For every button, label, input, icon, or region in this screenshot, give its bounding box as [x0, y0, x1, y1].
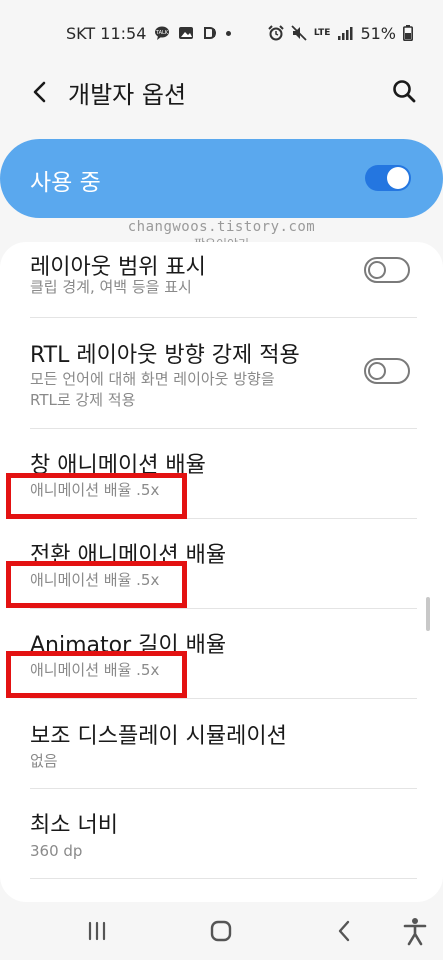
home-icon[interactable] [206, 916, 236, 946]
navigation-bar [0, 902, 443, 960]
highlight-box [6, 651, 187, 698]
toggle-knob [368, 261, 386, 279]
gallery-notification-icon [179, 27, 194, 39]
app-bar: 개발자 옵션 [0, 66, 443, 118]
scrollbar[interactable] [426, 597, 430, 631]
highlight-box [6, 561, 187, 608]
highlight-box [6, 473, 187, 519]
setting-force-rtl[interactable]: RTL 레이아웃 방향 강제 적용 모든 언어에 대해 화면 레이아웃 방향을 … [0, 318, 443, 428]
layout-bounds-toggle[interactable] [364, 257, 410, 283]
setting-title: RTL 레이아웃 방향 강제 적용 [30, 343, 300, 368]
back-arrow-icon[interactable] [26, 78, 54, 106]
setting-title: 보조 디스플레이 시뮬레이션 [30, 724, 287, 749]
master-switch-label: 사용 중 [30, 170, 101, 196]
divider [30, 878, 417, 879]
setting-summary: 모든 언어에 대해 화면 레이아웃 방향을 [30, 370, 275, 388]
status-right: LTE 51% [268, 24, 413, 43]
toggle-knob [387, 167, 409, 189]
alarm-icon [268, 25, 284, 41]
network-type: LTE [313, 27, 331, 38]
setting-simulate-secondary-display[interactable]: 보조 디스플레이 시뮬레이션 없음 [0, 699, 443, 788]
app-notification-icon [204, 27, 217, 39]
page-title: 개발자 옵션 [68, 81, 187, 109]
svg-text:TALK: TALK [155, 30, 169, 36]
search-icon[interactable] [390, 77, 418, 105]
setting-smallest-width[interactable]: 최소 너비 360 dp [0, 789, 443, 878]
status-bar: SKT 11:54 TALK LTE 51% [0, 0, 443, 66]
battery-icon [403, 25, 413, 41]
mute-icon [291, 25, 307, 41]
signal-icon [338, 27, 353, 40]
battery-percent: 51% [360, 23, 396, 43]
setting-summary: 없음 [30, 752, 58, 770]
status-left: SKT 11:54 TALK [66, 23, 232, 43]
force-rtl-toggle[interactable] [364, 358, 410, 384]
setting-summary: 360 dp [30, 842, 83, 860]
toggle-knob [368, 362, 386, 380]
setting-summary-line2: RTL로 강제 적용 [30, 391, 136, 409]
accessibility-icon[interactable] [400, 916, 430, 946]
watermark-url: changwoos.tistory.com [127, 219, 316, 235]
talk-notification-icon: TALK [155, 26, 170, 40]
setting-title: 최소 너비 [30, 813, 118, 838]
setting-show-layout-bounds[interactable]: 레이아웃 범위 표시 클립 경계, 여백 등을 표시 [0, 242, 443, 317]
more-notifications-dot [226, 30, 232, 36]
setting-summary: 클립 경계, 여백 등을 표시 [30, 278, 192, 296]
recents-icon[interactable] [82, 916, 112, 946]
master-toggle[interactable] [365, 165, 411, 191]
developer-options-master-switch[interactable]: 사용 중 [0, 139, 443, 218]
nav-back-icon[interactable] [330, 916, 360, 946]
carrier-time: SKT 11:54 [66, 23, 147, 43]
